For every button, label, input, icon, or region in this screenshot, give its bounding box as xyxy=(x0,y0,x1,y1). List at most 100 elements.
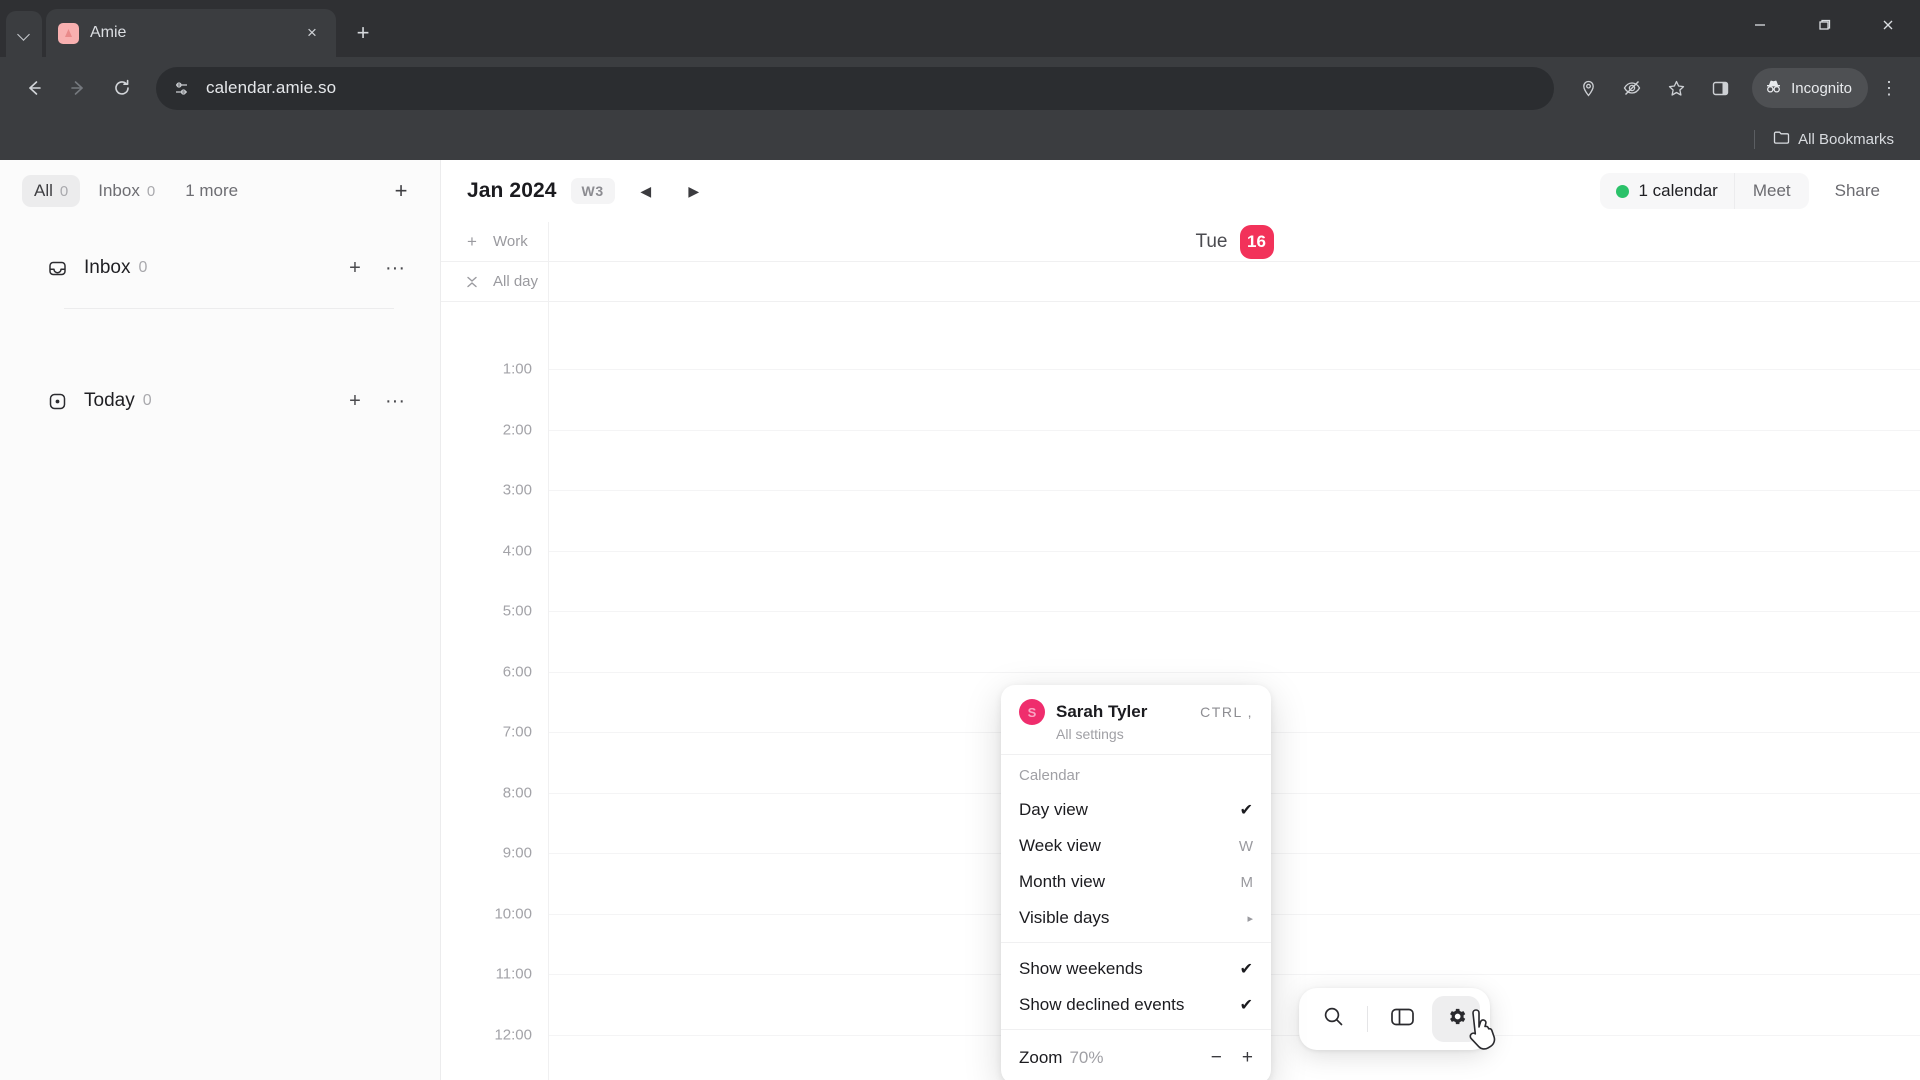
hour-gridline xyxy=(549,429,1920,431)
shortcut-label: W xyxy=(1238,837,1253,855)
bookmark-star-icon[interactable] xyxy=(1656,68,1696,108)
back-button[interactable] xyxy=(14,68,54,108)
site-settings-icon[interactable] xyxy=(166,73,196,103)
calendar-work-row: + Work Tue 16 xyxy=(441,222,1920,262)
close-window-icon[interactable] xyxy=(1856,0,1920,50)
sidebar-group-inbox[interactable]: Inbox 0 + ··· xyxy=(18,244,422,292)
url-text: calendar.amie.so xyxy=(206,78,337,97)
share-button[interactable]: Share xyxy=(1817,173,1898,209)
more-options-button[interactable]: ··· xyxy=(380,386,410,416)
side-panel-icon[interactable] xyxy=(1700,68,1740,108)
check-icon: ✔ xyxy=(1239,997,1253,1014)
user-name: Sarah Tyler xyxy=(1056,702,1148,721)
hour-label: 10:00 xyxy=(494,905,532,922)
zoom-in-button[interactable]: + xyxy=(1242,1047,1253,1069)
profile-incognito-button[interactable]: Incognito xyxy=(1752,68,1868,108)
sidebar-group-inbox-actions: + ··· xyxy=(340,253,410,283)
sidebar-add-list-button[interactable]: + xyxy=(384,174,418,208)
calendar-selector-button[interactable]: 1 calendar xyxy=(1600,173,1734,209)
sidebar-group-today[interactable]: Today 0 + ··· xyxy=(18,377,422,425)
calendar-header: Jan 2024 W3 ◀ ▶ 1 calendar Meet Share xyxy=(441,160,1920,222)
menu-item-label: Month view xyxy=(1019,872,1105,891)
new-tab-button[interactable]: + xyxy=(344,14,382,52)
hour-label: 3:00 xyxy=(502,481,532,499)
settings-zoom-section: Zoom 70% − + xyxy=(1001,1030,1271,1080)
browser-tab-amie[interactable]: Amie × xyxy=(46,9,336,57)
app-content: All 0 Inbox 0 1 more + Inbox 0 + ··· Tod… xyxy=(0,160,1920,1080)
incognito-icon xyxy=(1764,77,1783,100)
sidebar-tab-all-label: All xyxy=(34,181,53,200)
next-period-button[interactable]: ▶ xyxy=(677,174,711,208)
maximize-icon[interactable] xyxy=(1792,0,1856,50)
sidebar-group-inbox-count: 0 xyxy=(138,259,148,276)
sidebar-group-today-label: Today xyxy=(84,390,135,411)
sidebar-tab-more[interactable]: 1 more xyxy=(173,175,250,207)
folder-icon xyxy=(1773,130,1790,149)
sidebar-group-inbox-label: Inbox xyxy=(84,257,131,278)
hour-gridline xyxy=(549,671,1920,673)
zoom-value: 70% xyxy=(1069,1048,1104,1067)
sidebar-tab-inbox[interactable]: Inbox 0 xyxy=(86,175,167,207)
zoom-controls: − + xyxy=(1211,1047,1253,1069)
menu-item-visible-days[interactable]: Visible days ▸ xyxy=(1001,900,1271,936)
hour-label: 2:00 xyxy=(502,421,532,438)
add-item-button[interactable]: + xyxy=(340,386,370,416)
menu-item-show-weekends[interactable]: Show weekends ✔ xyxy=(1001,951,1271,987)
menu-item-month-view[interactable]: Month view M xyxy=(1001,864,1271,900)
allday-label: All day xyxy=(493,273,539,290)
hour-label: 5:00 xyxy=(502,602,532,620)
divider xyxy=(1754,130,1756,149)
meet-button[interactable]: Meet xyxy=(1733,173,1809,209)
settings-user-row: S Sarah Tyler CTRL , xyxy=(1019,699,1253,725)
add-icon[interactable]: + xyxy=(465,232,479,252)
zoom-out-button[interactable]: − xyxy=(1211,1047,1222,1069)
divider xyxy=(64,308,394,309)
inbox-icon xyxy=(46,257,68,279)
calendar-header-actions: 1 calendar Meet Share xyxy=(1600,173,1898,209)
check-icon: ✔ xyxy=(1239,802,1253,819)
zoom-row: Zoom 70% − + xyxy=(1001,1038,1271,1074)
collapse-icon[interactable] xyxy=(465,275,479,289)
browser-menu-button[interactable]: ⋮ xyxy=(1872,68,1906,108)
tab-search-button[interactable] xyxy=(6,11,42,57)
settings-toggles-section: Show weekends ✔ Show declined events ✔ xyxy=(1001,943,1271,1030)
sidebar-tab-inbox-count: 0 xyxy=(146,183,156,200)
hour-label: 7:00 xyxy=(502,723,532,741)
menu-item-show-declined-events[interactable]: Show declined events ✔ xyxy=(1001,987,1271,1023)
chevron-down-icon xyxy=(18,28,31,41)
amie-favicon-icon xyxy=(58,22,79,44)
add-item-button[interactable]: + xyxy=(340,253,370,283)
allday-gutter[interactable]: All day xyxy=(441,262,549,301)
all-bookmarks-button[interactable]: All Bookmarks xyxy=(1765,125,1902,154)
allday-drop-area[interactable] xyxy=(549,262,1920,301)
more-options-button[interactable]: ··· xyxy=(380,253,410,283)
address-bar[interactable]: calendar.amie.so xyxy=(156,66,1555,110)
profile-label: Incognito xyxy=(1791,79,1852,97)
location-pin-icon[interactable] xyxy=(1568,68,1608,108)
sidebar-tab-inbox-label: Inbox xyxy=(98,181,140,200)
forward-button[interactable] xyxy=(58,68,98,108)
menu-item-week-view[interactable]: Week view W xyxy=(1001,828,1271,864)
work-row-gutter[interactable]: + Work xyxy=(441,222,549,261)
hour-label: 12:00 xyxy=(494,1026,532,1043)
search-button[interactable] xyxy=(1309,996,1357,1042)
today-icon xyxy=(46,390,68,412)
chevron-right-icon: ▸ xyxy=(1247,912,1253,925)
menu-item-day-view[interactable]: Day view ✔ xyxy=(1001,792,1271,828)
reload-button[interactable] xyxy=(102,68,142,108)
hour-label: 11:00 xyxy=(495,965,532,983)
hour-gridline xyxy=(549,611,1920,612)
eye-off-icon[interactable] xyxy=(1612,68,1652,108)
menu-item-label: Visible days xyxy=(1019,908,1110,927)
previous-period-button[interactable]: ◀ xyxy=(629,174,663,208)
close-icon[interactable]: × xyxy=(300,21,324,45)
sidebar-tab-more-label: 1 more xyxy=(185,181,239,200)
sidebar-tab-all[interactable]: All 0 xyxy=(22,175,81,207)
toggle-sidebar-button[interactable] xyxy=(1378,996,1426,1042)
hour-label: 4:00 xyxy=(502,542,532,559)
settings-menu-header[interactable]: S Sarah Tyler CTRL , All settings xyxy=(1001,685,1271,755)
hour-label: 1:00 xyxy=(502,360,532,378)
day-number-badge[interactable]: 16 xyxy=(1239,224,1274,259)
minimize-icon[interactable] xyxy=(1728,0,1792,50)
